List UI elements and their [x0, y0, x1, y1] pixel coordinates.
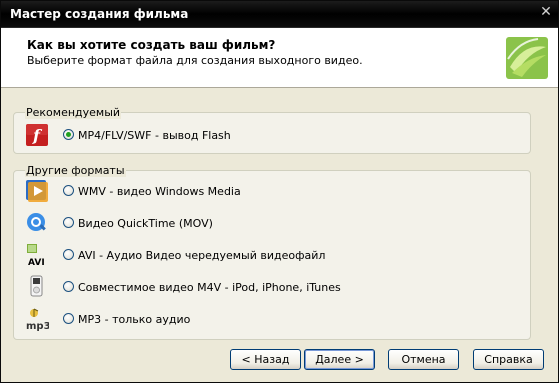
svg-text:AVI: AVI [28, 258, 45, 267]
option-mov-label: Видео QuickTime (MOV) [78, 217, 213, 230]
option-m4v-label: Совместимое видео M4V - iPod, iPhone, iT… [78, 281, 341, 294]
svg-text:mp3: mp3 [26, 321, 49, 331]
ipod-icon [30, 275, 43, 297]
radio-wmv[interactable] [63, 185, 74, 196]
wizard-window: Мастер создания фильма ✕ Как вы хотите с… [0, 0, 559, 383]
radio-mov[interactable] [63, 217, 74, 228]
radio-mp3[interactable] [63, 313, 74, 324]
option-mp3[interactable]: mp3 MP3 - только аудио [25, 307, 325, 333]
avi-icon: AVI [27, 244, 45, 267]
radio-avi[interactable] [63, 249, 74, 260]
option-wmv-label: WMV - видео Windows Media [78, 185, 241, 198]
option-wmv[interactable]: WMV - видео Windows Media [25, 179, 325, 205]
mp3-icon: mp3 [26, 308, 49, 331]
next-button[interactable]: Далее > [304, 349, 375, 370]
option-m4v[interactable]: Совместимое видео M4V - iPod, iPhone, iT… [25, 275, 345, 301]
cancel-button[interactable]: Отмена [388, 349, 459, 370]
radio-m4v[interactable] [63, 281, 74, 292]
radio-flash[interactable] [63, 129, 74, 140]
window-title: Мастер создания фильма [10, 7, 189, 21]
flash-icon: f [26, 124, 48, 146]
wizard-header: Как вы хотите создать ваш фильм? Выберит… [1, 28, 558, 88]
close-icon[interactable]: ✕ [539, 5, 553, 19]
option-avi-label: AVI - Аудио Видео чередуемый видеофайл [78, 249, 326, 262]
option-flash-label: MP4/FLV/SWF - вывод Flash [78, 129, 231, 142]
recommended-group-label: Рекомендуемый [25, 106, 122, 119]
option-avi[interactable]: AVI AVI - Аудио Видео чередуемый видеофа… [25, 243, 345, 269]
title-bar[interactable]: Мастер создания фильма ✕ [1, 1, 558, 28]
quicktime-icon [27, 213, 46, 231]
header-subtitle: Выберите формат файла для создания выход… [27, 54, 363, 67]
windows-media-icon [26, 180, 48, 202]
back-button[interactable]: < Назад [230, 349, 301, 370]
header-title: Как вы хотите создать ваш фильм? [27, 38, 276, 52]
help-button[interactable]: Справка [473, 349, 544, 370]
movie-wizard-logo-icon [506, 37, 548, 79]
option-mov[interactable]: Видео QuickTime (MOV) [25, 211, 325, 237]
option-mp3-label: MP3 - только аудио [78, 313, 191, 326]
other-formats-group-label: Другие форматы [25, 164, 126, 177]
option-flash[interactable]: f MP4/FLV/SWF - вывод Flash [25, 123, 325, 149]
